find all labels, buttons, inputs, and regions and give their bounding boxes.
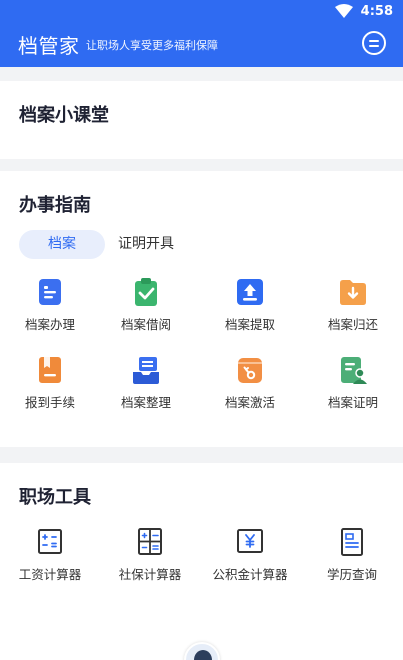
stack-inbox-icon — [133, 357, 159, 384]
tab-certificate[interactable]: 证明开具 — [118, 230, 174, 259]
guide-item-archive-handling[interactable]: 档案办理 — [0, 277, 100, 333]
guide-item-archive-proof[interactable]: 档案证明 — [303, 355, 403, 411]
guide-item-label: 档案整理 — [120, 395, 171, 410]
tools-card: 职场工具 工资计算器 社保计算器 公积金计算器 学历查询 — [0, 463, 403, 660]
upload-icon — [237, 279, 263, 305]
app-subtitle: 让职场人享受更多福利保障 — [86, 39, 218, 52]
guide-item-archive-borrow[interactable]: 档案借阅 — [96, 277, 196, 333]
clipboard-check-icon — [135, 278, 157, 306]
tool-label: 学历查询 — [326, 567, 377, 582]
tab-archive[interactable]: 档案 — [19, 230, 105, 259]
guide-item-archive-extract[interactable]: 档案提取 — [200, 277, 300, 333]
guide-item-archive-activate[interactable]: 档案激活 — [200, 355, 300, 411]
guide-tabs: 档案 证明开具 — [19, 230, 174, 259]
tool-housing-fund-calculator[interactable]: 公积金计算器 — [200, 527, 300, 583]
guide-item-label: 报到手续 — [24, 395, 75, 410]
certificate-user-icon — [341, 357, 367, 384]
guide-item-label: 档案归还 — [327, 317, 378, 332]
calculator-icon — [38, 529, 62, 554]
status-time: 4:58 — [360, 3, 393, 19]
guide-item-archive-return[interactable]: 档案归还 — [303, 277, 403, 333]
key-bag-icon — [238, 358, 262, 383]
guide-item-label: 档案激活 — [224, 395, 275, 410]
tool-label: 社保计算器 — [118, 567, 182, 582]
tool-education-query[interactable]: 学历查询 — [302, 527, 402, 583]
classroom-title[interactable]: 档案小课堂 — [19, 101, 109, 127]
file-document-icon — [39, 279, 61, 305]
tools-title: 职场工具 — [19, 487, 91, 508]
tool-label: 工资计算器 — [18, 567, 82, 582]
tool-salary-calculator[interactable]: 工资计算器 — [0, 527, 100, 583]
folder-download-icon — [340, 280, 366, 305]
bookmark-document-icon — [39, 357, 61, 383]
wifi-icon — [334, 4, 353, 18]
guide-item-label: 档案借阅 — [120, 317, 171, 332]
guide-card: 办事指南 档案 证明开具 档案办理 档案借阅 档案提取 档案归还 报到手续 档案… — [0, 171, 403, 447]
guide-item-label: 档案办理 — [24, 317, 75, 332]
app-title: 档管家 — [18, 34, 80, 58]
yuan-calculator-icon — [237, 529, 263, 553]
education-document-icon — [341, 528, 363, 556]
guide-item-label: 档案提取 — [224, 317, 275, 332]
status-bar: 4:58 — [334, 3, 393, 19]
guide-item-label: 档案证明 — [327, 395, 378, 410]
social-security-calculator-icon — [138, 528, 162, 555]
classroom-card: 档案小课堂 — [0, 81, 403, 159]
app-header: 4:58 档管家 让职场人享受更多福利保障 — [0, 0, 403, 67]
guide-item-report-procedure[interactable]: 报到手续 — [0, 355, 100, 411]
message-icon[interactable] — [362, 31, 386, 55]
tool-label: 公积金计算器 — [212, 567, 288, 582]
guide-title: 办事指南 — [19, 195, 91, 216]
guide-item-archive-organize[interactable]: 档案整理 — [96, 355, 196, 411]
tool-social-security-calculator[interactable]: 社保计算器 — [100, 527, 200, 583]
